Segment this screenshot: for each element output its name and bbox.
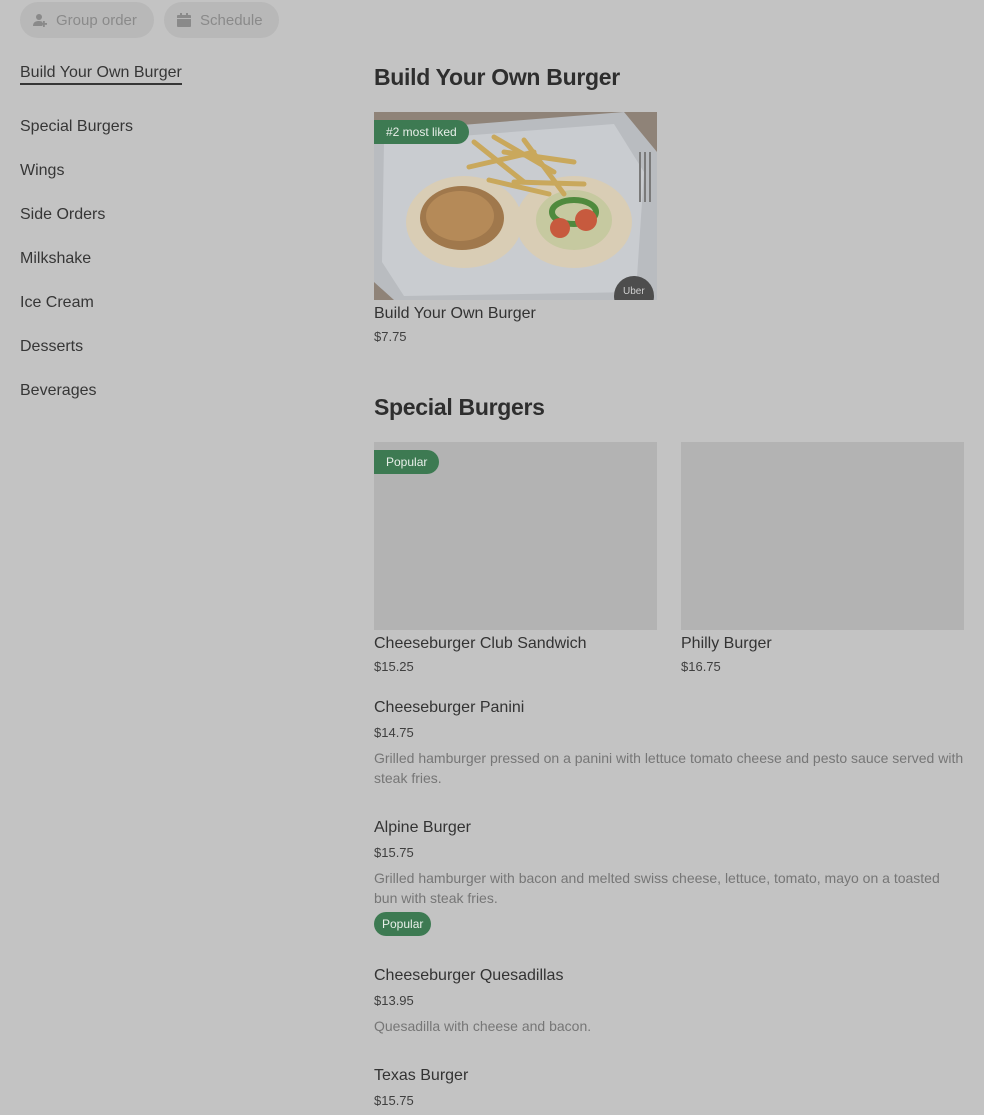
menu-card-cheeseburger-club-sandwich[interactable]: Popular Cheeseburger Club Sandwich $15.2… <box>374 442 657 674</box>
burger-photo: #2 most liked Uber <box>374 112 657 300</box>
group-order-button[interactable]: Group order <box>20 2 154 38</box>
menu-item-name: Texas Burger <box>374 1067 469 1084</box>
sidebar-item-special-burgers[interactable]: Special Burgers <box>20 105 260 149</box>
menu-item-price: $15.75 <box>374 845 414 860</box>
sidebar-item-milkshake[interactable]: Milkshake <box>20 237 260 281</box>
sidebar-item-label: Build Your Own Burger <box>20 64 182 85</box>
menu-item-cheeseburger-panini[interactable]: Cheeseburger Panini $14.75 Grilled hambu… <box>374 699 964 788</box>
section-title-special-burgers: Special Burgers <box>374 394 545 420</box>
sidebar-item-label: Milkshake <box>20 250 92 267</box>
category-sidebar: Build Your Own Burger Special Burgers Wi… <box>20 60 260 413</box>
schedule-button[interactable]: Schedule <box>164 2 279 38</box>
menu-card-name: Philly Burger <box>681 635 772 652</box>
menu-card-price: $7.75 <box>374 329 407 344</box>
group-order-label: Group order <box>56 11 137 29</box>
menu-item-name: Cheeseburger Panini <box>374 699 525 716</box>
sidebar-item-wings[interactable]: Wings <box>20 149 260 193</box>
menu-item-price: $14.75 <box>374 725 414 740</box>
sidebar-item-label: Wings <box>20 162 65 179</box>
menu-item-description: Grilled hamburger pressed on a panini wi… <box>374 750 964 786</box>
most-liked-badge: #2 most liked <box>374 120 469 144</box>
sidebar-item-label: Ice Cream <box>20 294 94 311</box>
sidebar-item-desserts[interactable]: Desserts <box>20 325 260 369</box>
sidebar-item-label: Special Burgers <box>20 118 133 135</box>
menu-item-name: Cheeseburger Quesadillas <box>374 967 564 984</box>
menu-card-image-placeholder: Popular <box>374 442 657 630</box>
popular-badge: Popular <box>374 450 440 474</box>
sidebar-item-build-your-own-burger[interactable]: Build Your Own Burger <box>20 60 260 88</box>
menu-item-texas-burger[interactable]: Texas Burger $15.75 <box>374 1067 964 1108</box>
menu-card-price: $16.75 <box>681 659 721 674</box>
menu-card-name: Build Your Own Burger <box>374 305 536 322</box>
menu-item-description: Grilled hamburger with bacon and melted … <box>374 870 940 906</box>
schedule-label: Schedule <box>200 11 263 29</box>
menu-card-build-your-own-burger[interactable]: #2 most liked Uber Build Your Own Burger… <box>374 112 657 344</box>
sidebar-item-side-orders[interactable]: Side Orders <box>20 193 260 237</box>
menu-item-name: Alpine Burger <box>374 819 471 836</box>
menu-card-name: Cheeseburger Club Sandwich <box>374 635 587 652</box>
menu-item-price: $13.95 <box>374 993 414 1008</box>
uber-watermark: Uber <box>623 286 645 297</box>
menu-item-cheeseburger-quesadillas[interactable]: Cheeseburger Quesadillas $13.95 Quesadil… <box>374 967 964 1036</box>
top-actions: Group order Schedule <box>20 2 279 38</box>
menu-item-description: Quesadilla with cheese and bacon. <box>374 1018 592 1034</box>
menu-item-alpine-burger[interactable]: Alpine Burger $15.75 Grilled hamburger w… <box>374 819 964 936</box>
sidebar-item-label: Side Orders <box>20 206 106 223</box>
person-add-icon <box>32 12 48 28</box>
sidebar-item-beverages[interactable]: Beverages <box>20 369 260 413</box>
sidebar-item-ice-cream[interactable]: Ice Cream <box>20 281 260 325</box>
popular-badge: Popular <box>374 912 432 936</box>
menu-card-price: $15.25 <box>374 659 414 674</box>
menu-item-price: $15.75 <box>374 1093 414 1108</box>
sidebar-item-label: Desserts <box>20 338 84 355</box>
menu-card-philly-burger[interactable]: Philly Burger $16.75 <box>681 442 964 674</box>
sidebar-item-label: Beverages <box>20 382 97 399</box>
section-title-build-your-own-burger: Build Your Own Burger <box>374 64 620 90</box>
calendar-icon <box>176 12 192 28</box>
menu-card-image-placeholder <box>681 442 964 630</box>
